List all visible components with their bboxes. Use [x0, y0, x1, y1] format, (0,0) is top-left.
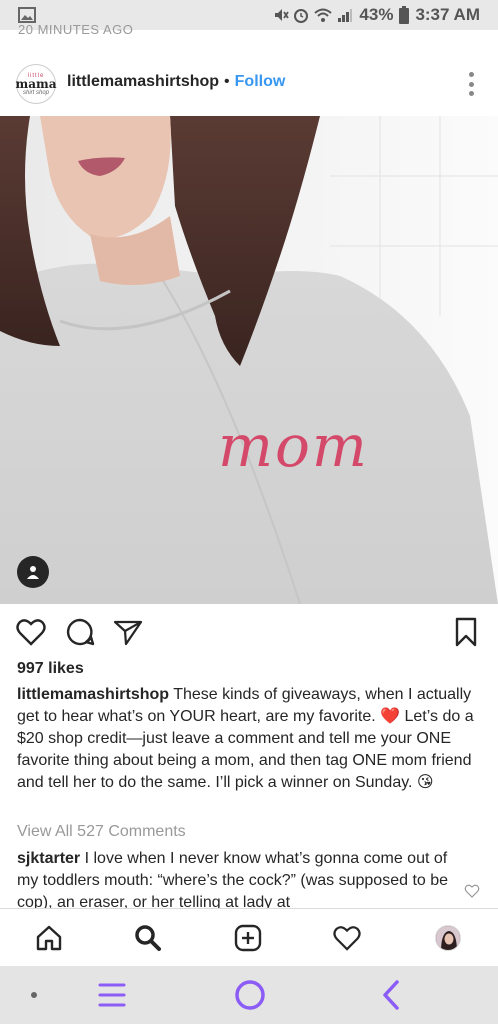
caption-username[interactable]: littlemamashirtshop: [17, 686, 169, 703]
profile-avatar: [435, 925, 461, 951]
view-all-comments-link[interactable]: View All 527 Comments: [17, 823, 186, 841]
battery-icon: [399, 6, 410, 24]
likes-count[interactable]: 997 likes: [17, 660, 84, 678]
shirt-print-text: mom: [218, 412, 369, 480]
gallery-notification-icon: [18, 7, 36, 23]
post-header: 20 MINUTES AGO little mama shirt shop li…: [0, 22, 498, 118]
add-post-icon: [234, 924, 262, 952]
like-button[interactable]: [15, 616, 47, 648]
comment-text: I love when I never know what’s gonna co…: [17, 850, 449, 911]
post-time-partial: 20 MINUTES AGO: [18, 22, 134, 37]
post-photo: mom: [0, 116, 498, 604]
share-button[interactable]: [112, 616, 144, 648]
user-tag-button[interactable]: [17, 556, 49, 588]
author-avatar[interactable]: little mama shirt shop: [16, 64, 56, 104]
comment-button[interactable]: [64, 616, 96, 648]
follow-button[interactable]: Follow: [235, 73, 286, 91]
comment-like-button[interactable]: [464, 884, 480, 903]
heart-icon: [333, 926, 361, 951]
home-button[interactable]: [234, 979, 266, 1011]
system-nav-bar: [0, 966, 498, 1024]
top-comment: sjktarter I love when I never know what’…: [17, 848, 457, 914]
mute-icon: [275, 9, 290, 21]
home-circle-icon: [235, 980, 265, 1010]
more-options-icon[interactable]: [468, 72, 474, 96]
signal-icon: [338, 9, 353, 22]
bookmark-icon: [455, 617, 477, 647]
recent-apps-button[interactable]: [96, 979, 128, 1011]
nav-search[interactable]: [131, 921, 165, 955]
action-bar: [0, 612, 498, 652]
author-username[interactable]: littlemamashirtshop: [67, 73, 219, 91]
save-button[interactable]: [450, 616, 482, 648]
separator-dot: •: [224, 73, 230, 90]
dot-icon: [31, 992, 37, 998]
user-tag-icon: [27, 566, 39, 579]
nav-profile[interactable]: [431, 921, 465, 955]
send-icon: [113, 620, 143, 646]
battery-percent: 43%: [359, 5, 394, 24]
back-icon: [383, 980, 399, 1010]
nav-activity[interactable]: [330, 921, 364, 955]
post-image[interactable]: mom: [0, 116, 498, 604]
nav-new-post[interactable]: [231, 921, 265, 955]
caption: littlemamashirtshop These kinds of givea…: [17, 684, 485, 794]
profile-photo: [436, 926, 460, 950]
nav-dot-indicator: [18, 979, 50, 1011]
status-left: [18, 7, 36, 23]
logo-text-main: mama: [15, 76, 57, 91]
header-text: littlemamashirtshop • Follow: [67, 73, 285, 91]
recent-apps-icon: [98, 983, 126, 1007]
comment-icon: [66, 618, 95, 646]
logo-text-bottom: shirt shop: [22, 89, 49, 96]
heart-icon: [16, 619, 46, 646]
home-icon: [36, 925, 62, 951]
search-icon: [135, 925, 161, 951]
status-icons: [273, 7, 353, 23]
status-right: 43% 3:37 AM: [273, 5, 480, 25]
back-button[interactable]: [375, 979, 407, 1011]
bottom-nav: [0, 908, 498, 966]
comment-username[interactable]: sjktarter: [17, 850, 80, 867]
wifi-icon: [314, 8, 333, 22]
clock: 3:37 AM: [415, 5, 480, 24]
nav-home[interactable]: [32, 921, 66, 955]
alarm-icon: [294, 9, 309, 23]
heart-icon: [464, 884, 480, 898]
